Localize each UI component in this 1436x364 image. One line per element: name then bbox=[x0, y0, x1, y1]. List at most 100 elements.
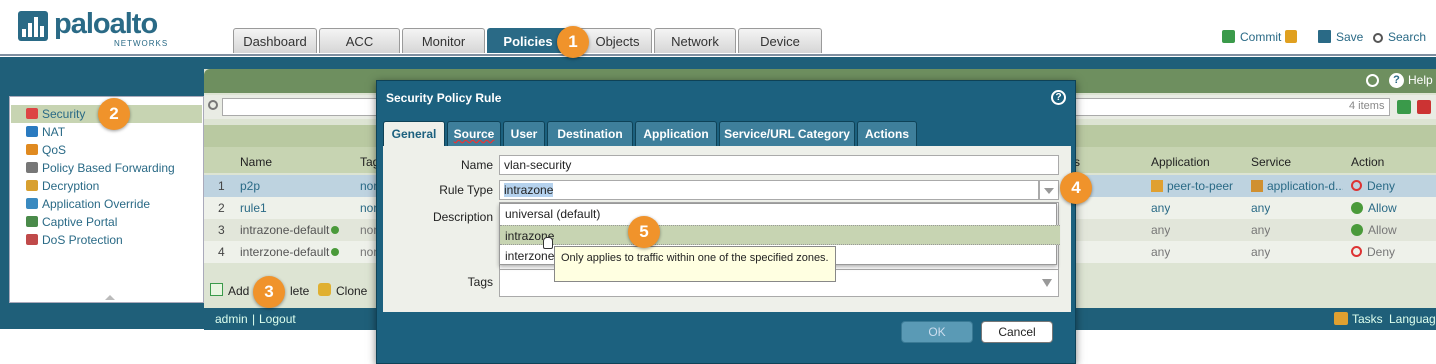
lock-icon[interactable] bbox=[1285, 30, 1297, 43]
name-label: Name bbox=[460, 158, 493, 172]
tags-chevron-icon[interactable] bbox=[1042, 279, 1052, 287]
sidebar-item-security[interactable]: Security bbox=[26, 107, 85, 124]
help-link[interactable]: Help bbox=[1408, 73, 1433, 87]
nat-icon bbox=[26, 126, 38, 137]
tab-dashboard[interactable]: Dashboard bbox=[233, 28, 317, 53]
commit-icon bbox=[1222, 30, 1235, 43]
allow-icon bbox=[1351, 202, 1363, 214]
clear-filter-icon[interactable] bbox=[1417, 100, 1431, 114]
sidebar-item-label: QoS bbox=[42, 143, 67, 157]
tab-acc[interactable]: ACC bbox=[319, 28, 400, 53]
rule-service[interactable]: any bbox=[1251, 197, 1270, 219]
column-application[interactable]: Application bbox=[1151, 151, 1210, 173]
security-policy-dialog: Security Policy Rule ? General Source Us… bbox=[376, 80, 1076, 364]
ruletype-dropdown-toggle[interactable] bbox=[1039, 180, 1059, 200]
cancel-button[interactable]: Cancel bbox=[981, 321, 1053, 343]
add-icon[interactable] bbox=[210, 283, 223, 296]
column-tags[interactable]: Tag bbox=[360, 151, 376, 173]
rule-tag: non bbox=[360, 223, 376, 237]
tab-destination[interactable]: Destination bbox=[547, 121, 633, 146]
callout-1: 1 bbox=[557, 26, 589, 58]
rule-action: Deny bbox=[1351, 175, 1395, 197]
tab-user[interactable]: User bbox=[503, 121, 545, 146]
rule-name[interactable]: intrazone-default bbox=[240, 219, 340, 241]
captive-portal-icon bbox=[26, 216, 38, 227]
rule-application[interactable]: any bbox=[1151, 241, 1170, 263]
collapse-handle-icon[interactable] bbox=[105, 295, 115, 300]
search-label: Search bbox=[1388, 30, 1427, 44]
rule-application[interactable]: any bbox=[1151, 197, 1170, 219]
row-number: 4 bbox=[218, 245, 225, 259]
row-number: 1 bbox=[218, 179, 225, 193]
top-bar: paloalto NETWORKS Dashboard ACC Monitor … bbox=[0, 0, 1436, 56]
ruletype-label: Rule Type bbox=[439, 183, 493, 197]
column-name[interactable]: Name bbox=[240, 151, 272, 173]
ruletype-select[interactable]: intrazone bbox=[499, 180, 1039, 200]
refresh-icon[interactable] bbox=[1366, 74, 1379, 87]
commit-label: Commit bbox=[1240, 30, 1282, 44]
clone-icon[interactable] bbox=[318, 283, 331, 296]
sidebar-item-label: Policy Based Forwarding bbox=[42, 161, 175, 175]
search-icon bbox=[1373, 33, 1383, 43]
column-action[interactable]: Action bbox=[1351, 151, 1384, 173]
add-button[interactable]: Add bbox=[228, 284, 249, 298]
app-override-icon bbox=[26, 198, 38, 209]
dialog-help-icon[interactable]: ? bbox=[1051, 90, 1066, 105]
rule-service-label: application-d... bbox=[1267, 179, 1343, 193]
apply-filter-icon[interactable] bbox=[1397, 100, 1411, 114]
column-service[interactable]: Service bbox=[1251, 151, 1291, 173]
sidebar-item-captive-portal[interactable]: Captive Portal bbox=[26, 215, 117, 232]
decryption-icon bbox=[26, 180, 38, 191]
rule-action: Deny bbox=[1351, 241, 1395, 263]
search-link[interactable]: Search bbox=[1373, 30, 1426, 44]
sidebar-item-qos[interactable]: QoS bbox=[26, 143, 66, 160]
rule-tag: non bbox=[360, 245, 376, 259]
brand-name: paloalto bbox=[54, 8, 158, 40]
tab-general[interactable]: General bbox=[383, 121, 445, 146]
sidebar-item-app-override[interactable]: Application Override bbox=[26, 197, 150, 214]
rule-service[interactable]: any bbox=[1251, 241, 1270, 263]
callout-2: 2 bbox=[98, 98, 130, 130]
sidebar-item-dos[interactable]: DoS Protection bbox=[26, 233, 123, 250]
sidebar-item-pbf[interactable]: Policy Based Forwarding bbox=[26, 161, 175, 178]
save-link[interactable]: Save bbox=[1318, 30, 1363, 44]
rule-application[interactable]: peer-to-peer bbox=[1151, 175, 1233, 197]
tab-device[interactable]: Device bbox=[738, 28, 822, 53]
sidebar-item-decryption[interactable]: Decryption bbox=[26, 179, 99, 196]
tab-network[interactable]: Network bbox=[654, 28, 736, 53]
ok-button[interactable]: OK bbox=[901, 321, 973, 343]
option-intrazone[interactable]: intrazone bbox=[500, 225, 1060, 245]
deny-icon bbox=[1351, 180, 1362, 191]
rule-tag: non bbox=[360, 179, 376, 193]
rule-name[interactable]: p2p bbox=[240, 175, 260, 197]
rule-name[interactable]: interzone-default bbox=[240, 241, 340, 263]
sidebar-item-nat[interactable]: NAT bbox=[26, 125, 65, 142]
clone-button[interactable]: Clone bbox=[336, 284, 367, 298]
language-link[interactable]: Language bbox=[1389, 312, 1436, 326]
tasks-link[interactable]: Tasks bbox=[1352, 312, 1383, 326]
commit-link[interactable]: Commit bbox=[1222, 30, 1281, 44]
sidebar-item-label: Security bbox=[42, 107, 86, 121]
tab-application[interactable]: Application bbox=[635, 121, 717, 146]
filter-input[interactable] bbox=[222, 98, 382, 116]
tab-service-url[interactable]: Service/URL Category bbox=[719, 121, 855, 146]
option-universal[interactable]: universal (default) bbox=[500, 204, 1060, 224]
rule-application[interactable]: any bbox=[1151, 219, 1170, 241]
rule-name-label: intrazone-default bbox=[240, 223, 330, 237]
help-icon[interactable]: ? bbox=[1389, 73, 1404, 88]
rule-service[interactable]: any bbox=[1251, 219, 1270, 241]
delete-button[interactable]: lete bbox=[290, 284, 309, 298]
sidebar-item-label: Captive Portal bbox=[42, 215, 118, 229]
tab-monitor[interactable]: Monitor bbox=[402, 28, 485, 53]
rule-service[interactable]: application-d... bbox=[1251, 175, 1343, 197]
tab-actions[interactable]: Actions bbox=[857, 121, 917, 146]
chevron-down-icon bbox=[1044, 188, 1054, 194]
name-field[interactable]: vlan-security bbox=[499, 155, 1059, 175]
rule-action-label: Deny bbox=[1367, 245, 1396, 259]
tab-source[interactable]: Source bbox=[447, 121, 501, 146]
sidebar-item-label: DoS Protection bbox=[42, 233, 123, 247]
logout-link[interactable]: Logout bbox=[259, 312, 296, 326]
rule-name[interactable]: rule1 bbox=[240, 197, 267, 219]
callout-5: 5 bbox=[628, 216, 660, 248]
row-number: 3 bbox=[218, 223, 225, 237]
